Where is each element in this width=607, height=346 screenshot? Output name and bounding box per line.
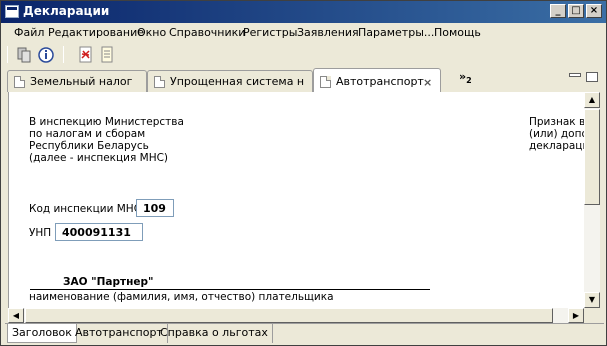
inspection-code-label: Код инспекции МНС [29,203,142,215]
tab-label: Земельный налог [30,75,133,88]
toolbar [1,43,606,67]
address-line: по налогам и сборам [29,128,146,140]
scroll-up-icon[interactable]: ▲ [584,92,600,108]
tab-land-tax[interactable]: Земельный налог [7,70,147,92]
declaration-attribute-text: (или) допо [529,128,586,140]
tab-label: Автотранспорт [336,75,424,88]
tab-simplified-tax[interactable]: Упрощенная система н [147,70,313,92]
menu-parameters[interactable]: Параметры... [358,26,434,39]
document-icon [154,76,165,88]
payer-caption: наименование (фамилия, имя, отчество) пл… [29,291,334,303]
tab-vehicles-sheet[interactable]: Автотранспорт [71,324,168,343]
tab-label: Упрощенная система н [170,75,305,88]
address-line: В инспекцию Министерства [29,116,184,128]
app-icon [5,5,19,18]
declaration-form: В инспекцию Министерства по налогам и сб… [8,92,586,308]
toolbar-separator [63,46,64,63]
declaration-attribute-text: Признак вн [529,116,586,128]
scroll-right-icon[interactable]: ▶ [568,308,584,323]
inspection-code-field[interactable]: 109 [136,199,174,217]
info-icon[interactable] [37,46,55,64]
maximize-view-icon[interactable] [586,72,598,82]
toolbar-separator [7,46,8,63]
close-button[interactable]: × [586,4,602,18]
overflow-count: 2 [466,76,472,86]
minimize-view-icon[interactable] [569,73,581,77]
menu-applications[interactable]: Заявления [297,26,359,39]
menu-registers[interactable]: Регистры [243,26,297,39]
payer-name[interactable]: ЗАО "Партнер" [63,276,153,288]
copy-icon[interactable] [15,46,33,64]
address-line: Республики Беларусь [29,140,149,152]
scroll-down-icon[interactable]: ▼ [584,292,600,308]
document-icon [320,76,331,88]
tabs-overflow-button[interactable]: »2 [459,70,472,85]
payer-name-underline [30,289,430,290]
maximize-button[interactable]: □ [568,4,584,18]
address-line: (далее - инспекция МНС) [29,152,169,164]
menu-window[interactable]: Окно [137,26,166,39]
tab-benefits-reference[interactable]: Справка о льготах [156,324,273,343]
editor-tab-bar: Земельный налог Упрощенная система н Авт… [5,68,604,92]
menu-directories[interactable]: Справочники [169,26,245,39]
tab-vehicles[interactable]: Автотранспорт × [313,68,441,92]
vertical-scroll-thumb[interactable] [584,109,600,205]
menu-help[interactable]: Помощь [434,26,481,39]
tab-header[interactable]: Заголовок [7,324,77,343]
document-icon [14,76,25,88]
unp-field[interactable]: 400091131 [55,223,143,241]
menu-file[interactable]: Файл [14,26,44,39]
minimize-button[interactable]: _ [550,4,566,18]
window-title: Декларации [23,4,110,18]
menu-bar: Файл Редактирование Окно Справочники Рег… [1,23,606,43]
horizontal-scroll-thumb[interactable] [25,308,553,323]
bottom-tab-bar: Заголовок Автотранспорт Справка о льгота… [5,323,604,343]
horizontal-scrollbar[interactable]: ◀ ▶ [8,308,584,323]
vertical-scrollbar[interactable]: ▲ ▼ [584,92,600,308]
title-bar[interactable]: Декларации _ □ × [1,1,606,23]
unp-label: УНП [29,227,52,239]
menu-edit[interactable]: Редактирование [48,26,144,39]
pdf-icon[interactable] [77,46,95,64]
scroll-left-icon[interactable]: ◀ [8,308,24,323]
document-icon[interactable] [98,46,116,64]
declaration-attribute-text: деклараци [529,140,586,152]
application-window: Декларации _ □ × Файл Редактирование Окн… [0,0,607,346]
tab-close-icon[interactable]: × [423,76,432,89]
